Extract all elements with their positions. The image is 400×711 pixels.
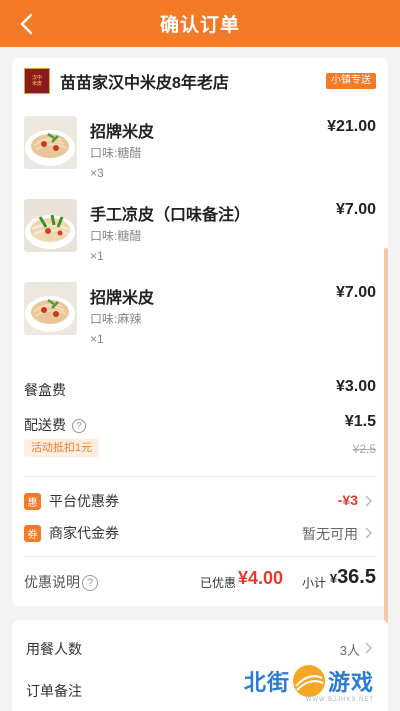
- item-quantity: ×1: [90, 332, 104, 346]
- diners-label: 用餐人数: [26, 641, 82, 657]
- shop-logo: 汉中 米皮: [24, 68, 50, 94]
- divider: [24, 556, 376, 557]
- watermark: 北街 游戏: [244, 664, 374, 698]
- platform-coupon-label: 平台优惠券: [49, 493, 119, 509]
- chevron-right-icon: [365, 527, 373, 539]
- item-price: ¥7.00: [335, 284, 376, 301]
- item-name: 手工凉皮（口味备注）: [90, 207, 251, 224]
- chevron-right-icon: [365, 642, 373, 654]
- page-title: 确认订单: [159, 15, 240, 36]
- discount-icon: 惠: [24, 492, 41, 510]
- item-name: 招牌米皮: [90, 124, 155, 141]
- header-bar: 确认订单: [0, 0, 400, 47]
- item-quantity: ×1: [90, 249, 104, 263]
- promo-tag: 活动抵扣1元: [24, 439, 100, 457]
- food-image: [24, 199, 77, 252]
- back-button[interactable]: [10, 8, 42, 40]
- delivery-fee-row: 配送费? ¥1.5: [24, 413, 376, 437]
- platform-coupon-row[interactable]: 惠 平台优惠券 -¥3: [24, 490, 376, 512]
- merchant-coupon-row[interactable]: 券 商家代金券 暂无可用: [24, 522, 376, 544]
- summary-row: 优惠说明? 已优惠 ¥4.00 小计 ¥36.5: [24, 566, 376, 592]
- watermark-logo-icon: [292, 665, 325, 697]
- chevron-right-icon: [365, 495, 373, 507]
- subtotal-amount: 36.5: [337, 566, 376, 588]
- chevron-left-icon: [20, 13, 33, 35]
- watermark-url: WWW.BJJHKS.NET: [305, 697, 374, 703]
- currency-symbol: ¥: [329, 571, 338, 586]
- order-item: 招牌米皮 口味:麻辣 ×1 ¥7.00: [24, 282, 376, 354]
- order-item: 手工凉皮（口味备注） 口味:糖醋 ×1 ¥7.00: [24, 199, 376, 271]
- delivery-badge: 小镇专送: [326, 73, 376, 89]
- item-taste: 口味:糖醋: [90, 229, 142, 243]
- merchant-coupon-value: 暂无可用: [302, 526, 358, 542]
- platform-coupon-value: -¥3: [337, 492, 358, 508]
- shop-row[interactable]: 汉中 米皮 苗苗家汉中米皮8年老店 小镇专送: [24, 68, 376, 94]
- item-taste: 口味:糖醋: [90, 146, 142, 160]
- diners-row[interactable]: 用餐人数 3人: [26, 636, 376, 660]
- discount-info-label: 优惠说明: [24, 574, 80, 590]
- box-fee-label: 餐盒费: [24, 382, 66, 398]
- merchant-coupon-label: 商家代金券: [49, 525, 119, 541]
- divider: [24, 476, 376, 477]
- help-icon[interactable]: ?: [82, 575, 98, 592]
- subtotal-label: 小计: [302, 576, 327, 590]
- food-image: [24, 282, 77, 335]
- order-note-label: 订单备注: [26, 683, 82, 699]
- subtotal-value: ¥36.5: [330, 566, 376, 589]
- help-icon[interactable]: ?: [72, 419, 86, 434]
- saved-label: 已优惠: [200, 576, 237, 590]
- saved-value: ¥4.00: [238, 568, 284, 588]
- box-fee-value: ¥3.00: [335, 378, 376, 395]
- delivery-fee-value: ¥1.5: [344, 413, 376, 430]
- item-price: ¥7.00: [335, 201, 376, 218]
- item-quantity: ×3: [90, 166, 104, 180]
- delivery-fee-label: 配送费: [24, 417, 66, 433]
- original-delivery-fee: ¥2.5: [352, 442, 376, 456]
- shop-name: 苗苗家汉中米皮8年老店: [60, 75, 229, 92]
- voucher-icon: 券: [24, 524, 41, 542]
- food-image: [24, 116, 77, 169]
- order-card: 汉中 米皮 苗苗家汉中米皮8年老店 小镇专送 招牌米皮 口味:糖醋 ×3 ¥21.…: [12, 58, 388, 628]
- diners-value: 3人: [339, 643, 360, 658]
- item-taste: 口味:麻辣: [90, 312, 142, 326]
- scrollbar[interactable]: [384, 248, 388, 628]
- item-name: 招牌米皮: [90, 290, 155, 307]
- item-price: ¥21.00: [327, 118, 376, 135]
- order-item: 招牌米皮 口味:糖醋 ×3 ¥21.00: [24, 116, 376, 188]
- watermark-text-left: 北街: [243, 670, 290, 695]
- watermark-text-right: 游戏: [327, 670, 374, 695]
- box-fee-row: 餐盒费 ¥3.00: [24, 378, 376, 402]
